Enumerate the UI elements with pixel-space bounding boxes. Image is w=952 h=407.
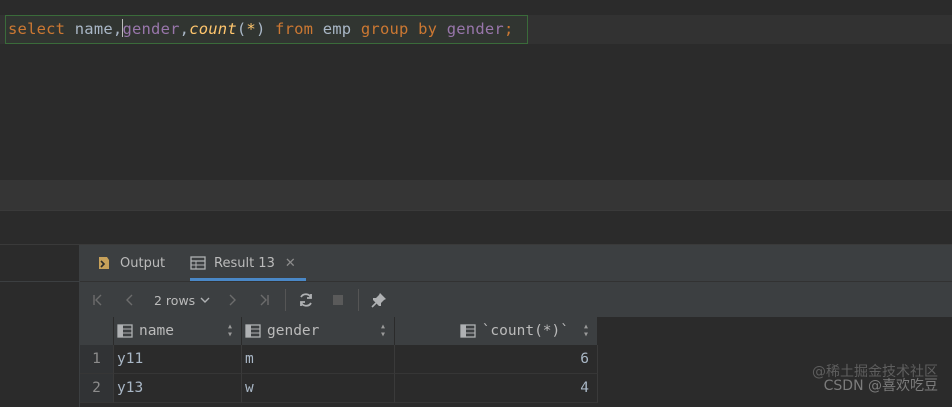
next-page-icon[interactable] [224, 291, 240, 309]
results-tab-bar: Output Result 13 ✕ [80, 245, 952, 281]
close-icon[interactable]: ✕ [285, 256, 296, 271]
sql-editor[interactable]: select name,gender,count(*) from emp gro… [0, 0, 952, 180]
token-name: name [74, 20, 113, 38]
sort-icon[interactable]: ▴ ▾ [583, 322, 589, 340]
token-paren-close: ) [255, 20, 266, 38]
services-gutter [0, 245, 80, 407]
kw-from: from [275, 20, 314, 38]
divider [0, 281, 80, 282]
column-icon [245, 324, 261, 338]
sort-icon[interactable]: ▴ ▾ [380, 322, 386, 340]
watermark-csdn: CSDN @喜欢吃豆 [823, 378, 938, 394]
column-header-count[interactable]: `count(*)` ▴ ▾ [395, 317, 598, 345]
output-icon [96, 255, 112, 271]
pin-icon[interactable] [369, 291, 389, 309]
token-count: count [189, 20, 237, 38]
table-row[interactable]: 2 y13 w 4 [80, 374, 598, 403]
tab-result-13[interactable]: Result 13 ✕ [190, 245, 306, 281]
token-gender: gender [122, 20, 180, 38]
token-semicolon: ; [503, 20, 514, 38]
cell-name[interactable]: y13 [114, 374, 242, 403]
chevron-down-icon [200, 296, 210, 304]
column-label: `count(*)` [481, 323, 569, 339]
tab-output-label: Output [120, 255, 166, 271]
panel-splitter[interactable] [0, 210, 952, 245]
kw-group: group [360, 20, 409, 38]
first-page-icon[interactable] [90, 291, 106, 309]
cell-name[interactable]: y11 [114, 345, 242, 374]
column-icon [117, 324, 133, 338]
refresh-icon[interactable] [296, 291, 316, 309]
tab-output[interactable]: Output [96, 245, 165, 281]
kw-by: by [418, 20, 438, 38]
toolbar-divider [285, 289, 286, 311]
token-gender: gender [446, 20, 504, 38]
column-header-name[interactable]: name ▴ ▾ [114, 317, 242, 345]
stop-icon[interactable] [330, 291, 346, 309]
editor-scroll-area [0, 180, 952, 210]
column-label: gender [267, 323, 320, 339]
column-icon [460, 324, 476, 338]
sql-statement[interactable]: select name,gender,count(*) from emp gro… [8, 19, 513, 39]
row-number-header [80, 317, 114, 345]
table-row[interactable]: 1 y11 m 6 [80, 345, 598, 374]
cell-gender[interactable]: w [242, 374, 395, 403]
row-number: 1 [80, 345, 114, 374]
column-header-gender[interactable]: gender ▴ ▾ [242, 317, 395, 345]
token-table: emp [322, 20, 352, 38]
toolbar-divider [358, 289, 359, 311]
results-panel: Output Result 13 ✕ 2 rows name ▴ ▾ gende… [80, 245, 952, 407]
sort-icon[interactable]: ▴ ▾ [227, 322, 233, 340]
token-paren-open: ( [236, 20, 247, 38]
token-comma: , [179, 20, 190, 38]
token-star: * [246, 20, 256, 38]
column-label: name [139, 323, 174, 339]
table-icon [190, 256, 206, 270]
previous-page-icon[interactable] [122, 291, 138, 309]
cell-count[interactable]: 4 [395, 374, 598, 403]
kw-select: select [8, 20, 66, 38]
cell-gender[interactable]: m [242, 345, 395, 374]
tab-result-label: Result 13 [214, 255, 275, 271]
last-page-icon[interactable] [256, 291, 272, 309]
row-number: 2 [80, 374, 114, 403]
row-count-label: 2 rows [154, 292, 196, 308]
row-count-dropdown[interactable]: 2 rows [154, 291, 210, 309]
results-toolbar: 2 rows [80, 281, 952, 317]
cell-count[interactable]: 6 [395, 345, 598, 374]
